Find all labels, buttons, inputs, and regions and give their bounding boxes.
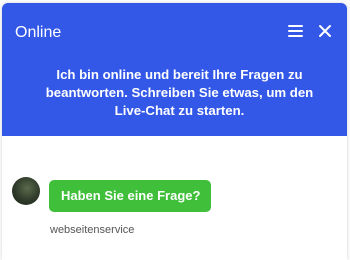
avatar	[12, 177, 40, 205]
welcome-message: Ich bin online und bereit Ihre Fragen zu…	[45, 67, 314, 118]
status-title: Online	[15, 24, 62, 41]
hamburger-menu-icon[interactable]	[288, 25, 303, 38]
message-bubble: Haben Sie eine Frage?	[49, 180, 212, 212]
close-icon[interactable]	[318, 24, 332, 38]
chat-header: Online Ich bin online und bereit Ihre Fr…	[2, 3, 347, 136]
chat-messages-area: Haben Sie eine Frage? webseitenservice	[2, 136, 347, 260]
chat-widget: Online Ich bin online und bereit Ihre Fr…	[2, 3, 347, 260]
message-sender: webseitenservice	[50, 224, 135, 236]
